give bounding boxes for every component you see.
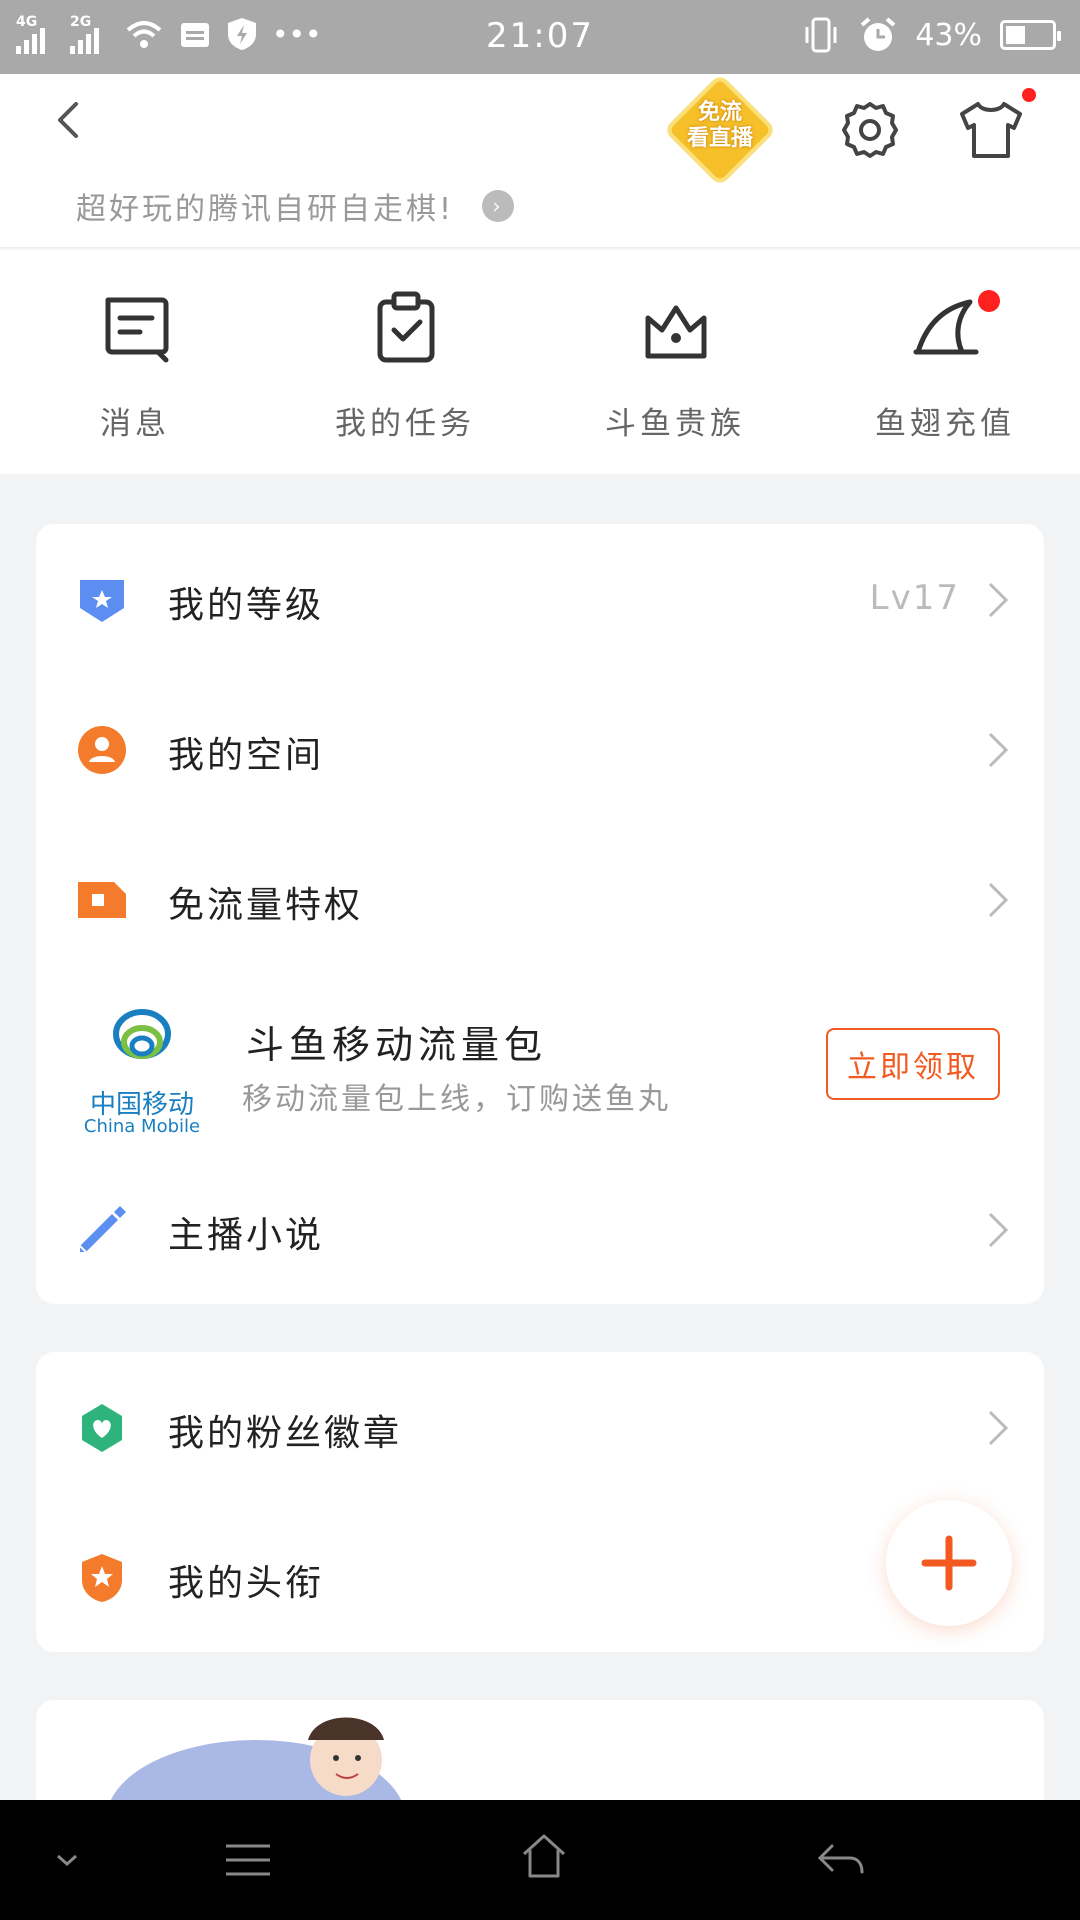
alarm-icon	[861, 17, 896, 51]
message-icon	[105, 297, 169, 363]
menu-card-main: 我的等级 Lv17 我的空间 免流量特权 中国移动 China Mobile 斗…	[36, 524, 1044, 1304]
menu-item-label: 我的空间	[168, 735, 325, 776]
china-mobile-promo[interactable]: 中国移动 China Mobile 斗鱼移动流量包 移动流量包上线，订购送鱼丸 …	[36, 974, 1044, 1154]
level-value: Lv17	[869, 578, 960, 618]
menu-item-label: 免流量特权	[168, 885, 364, 926]
china-mobile-title: 斗鱼移动流量包	[246, 1023, 548, 1067]
add-fab-button[interactable]	[886, 1500, 1012, 1626]
chevron-right-icon	[988, 882, 1009, 918]
menu-item-label: 我的粉丝徽章	[168, 1413, 403, 1454]
badge-line-1: 免流	[697, 100, 742, 125]
quick-action-messages[interactable]: 消息	[0, 250, 270, 474]
menu-item-label: 我的等级	[168, 585, 325, 626]
plus-icon	[921, 1535, 977, 1591]
chevron-down-icon[interactable]	[52, 1848, 82, 1872]
china-mobile-subtitle: 移动流量包上线，订购送鱼丸	[242, 1082, 671, 1117]
user-space-icon	[78, 726, 126, 774]
quick-action-recharge[interactable]: 鱼翅充值	[810, 250, 1080, 474]
battery-percent: 43%	[915, 17, 982, 53]
menu-item-space[interactable]: 我的空间	[36, 674, 1044, 824]
menu-card-fans: 我的粉丝徽章 我的头衔	[36, 1352, 1044, 1652]
quick-action-label: 我的任务	[335, 406, 475, 442]
china-mobile-en: China Mobile	[83, 1116, 201, 1137]
china-mobile-logo: 中国移动 China Mobile	[76, 1004, 208, 1144]
chevron-right-icon	[988, 582, 1009, 618]
system-nav-bar	[0, 1800, 1080, 1920]
menu-icon[interactable]	[222, 1840, 274, 1880]
tagline-arrow-icon: ›	[482, 190, 515, 222]
status-bar: 4G 2G ••• 21:07 43%	[0, 0, 1080, 74]
crown-icon	[645, 305, 707, 359]
battery-icon	[1000, 20, 1061, 50]
menu-item-label: 我的头衔	[168, 1563, 325, 1604]
china-mobile-swirl-icon	[113, 1009, 171, 1059]
title-badge-icon	[82, 1554, 122, 1602]
chevron-right-icon	[988, 1410, 1009, 1446]
claim-now-button[interactable]: 立即领取	[826, 1028, 1000, 1100]
chevron-right-icon	[988, 732, 1009, 768]
fin-icon	[913, 299, 979, 355]
pencil-icon	[79, 1206, 126, 1253]
menu-item-novel[interactable]: 主播小说	[36, 1154, 1044, 1304]
quick-action-label: 鱼翅充值	[875, 406, 1015, 442]
quick-action-label: 斗鱼贵族	[605, 406, 745, 442]
free-data-sim-icon	[78, 882, 126, 918]
settings-gear-icon[interactable]	[838, 98, 902, 162]
back-nav-icon[interactable]	[814, 1840, 866, 1880]
skin-shirt-icon[interactable]	[956, 96, 1026, 162]
quick-actions: 消息 我的任务 斗鱼贵族 鱼翅充值	[0, 250, 1080, 474]
quick-action-label: 消息	[100, 406, 170, 442]
home-icon[interactable]	[518, 1830, 570, 1882]
menu-item-label: 主播小说	[168, 1215, 325, 1256]
header: 免流 看直播 超好玩的腾讯自研自走棋! ›	[0, 73, 1080, 248]
level-shield-icon	[80, 580, 124, 622]
badge-line-2: 看直播	[686, 126, 753, 151]
shirt-notification-dot	[1022, 88, 1036, 102]
fan-badge-icon	[82, 1404, 122, 1452]
back-icon[interactable]	[44, 96, 92, 144]
task-clipboard-icon	[377, 291, 435, 363]
free-data-live-badge[interactable]: 免流 看直播	[663, 73, 777, 187]
menu-item-free-data[interactable]: 免流量特权	[36, 824, 1044, 974]
chevron-right-icon	[988, 1212, 1009, 1248]
quick-action-nobility[interactable]: 斗鱼贵族	[540, 250, 810, 474]
banner-illustration	[110, 1717, 402, 1800]
promo-tagline[interactable]: 超好玩的腾讯自研自走棋! ›	[76, 184, 515, 228]
vibrate-icon	[805, 17, 837, 53]
menu-item-level[interactable]: 我的等级 Lv17	[36, 524, 1044, 674]
recharge-notification-dot	[978, 290, 1000, 312]
bottom-banner[interactable]	[36, 1700, 1044, 1800]
tagline-text: 超好玩的腾讯自研自走棋!	[76, 192, 455, 227]
menu-item-fan-badge[interactable]: 我的粉丝徽章	[36, 1352, 1044, 1502]
quick-action-tasks[interactable]: 我的任务	[270, 250, 540, 474]
